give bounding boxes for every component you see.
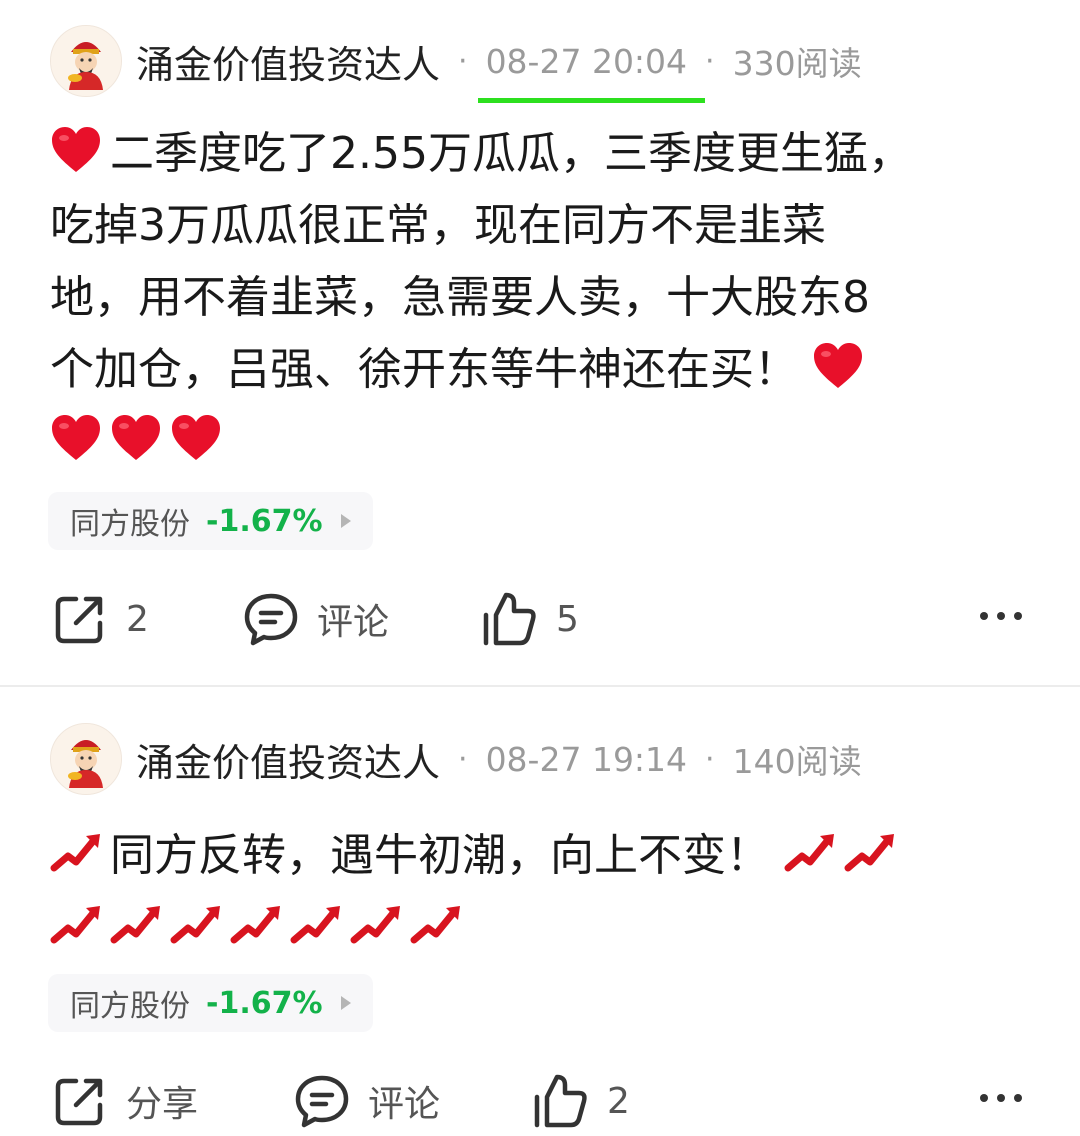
post-time-text: 08-27 20:04 xyxy=(485,41,688,81)
more-icon[interactable] xyxy=(980,1094,1022,1102)
emoji-line xyxy=(50,406,1030,478)
heart-icon xyxy=(812,342,864,390)
action-bar: 2 评论 5 xyxy=(0,584,1080,654)
stock-tag[interactable]: 同方股份 -1.67% xyxy=(48,974,373,1032)
meta-separator: · xyxy=(458,43,468,79)
post-text[interactable]: 同方反转，遇牛初潮，向上不变！ xyxy=(50,820,1030,964)
heart-icon xyxy=(110,414,162,462)
action-bar: 分享 评论 2 xyxy=(0,1066,1080,1136)
heart-icon xyxy=(50,414,102,462)
post-time: 08-27 19:14 xyxy=(485,739,688,779)
post-text[interactable]: 二季度吃了2.55万瓜瓜，三季度更生猛， 吃掉3万瓜瓜很正常，现在同方不是韭菜 … xyxy=(50,118,1030,478)
share-count: 2 xyxy=(126,598,149,640)
stock-name: 同方股份 xyxy=(70,507,190,542)
fortune-god-icon xyxy=(51,26,121,96)
like-count: 5 xyxy=(556,598,579,640)
heart-icon xyxy=(50,126,102,174)
text-line: 个加仓，吕强、徐开东等牛神还在买！ xyxy=(50,334,1030,406)
share-label: 分享 xyxy=(126,1084,199,1125)
share-button[interactable]: 分享 xyxy=(52,1066,198,1136)
highlight-underline xyxy=(477,97,706,103)
comment-label: 评论 xyxy=(317,602,390,643)
chart-increasing-icon xyxy=(110,900,164,950)
chart-increasing-icon xyxy=(784,828,838,878)
text-line: 二季度吃了2.55万瓜瓜，三季度更生猛， xyxy=(50,118,1030,190)
chart-increasing-icon xyxy=(844,828,898,878)
text-line: 同方反转，遇牛初潮，向上不变！ xyxy=(50,820,1030,892)
post-card[interactable]: 涌金价值投资达人 · 08-27 20:04 · 330阅读 二季度吃了2.55… xyxy=(0,0,1080,685)
chart-increasing-icon xyxy=(170,900,224,950)
text-line-content: 二季度吃了2.55万瓜瓜，三季度更生猛， xyxy=(110,128,912,179)
emoji-line xyxy=(50,892,1030,964)
chevron-right-icon xyxy=(340,996,351,1010)
avatar[interactable] xyxy=(50,723,122,795)
comment-icon xyxy=(244,593,298,646)
meta-separator: · xyxy=(705,741,715,777)
text-line: 吃掉3万瓜瓜很正常，现在同方不是韭菜 xyxy=(50,200,826,251)
share-button[interactable]: 2 xyxy=(52,584,149,654)
author-name[interactable]: 涌金价值投资达人 xyxy=(136,732,440,787)
fortune-god-icon xyxy=(51,724,121,794)
comment-label: 评论 xyxy=(368,1084,441,1125)
like-icon xyxy=(483,592,536,646)
heart-icon xyxy=(170,414,222,462)
share-icon xyxy=(55,1078,103,1126)
post-header: 涌金价值投资达人 · 08-27 19:14 · 140阅读 xyxy=(50,723,862,795)
comment-button[interactable]: 评论 xyxy=(243,584,389,654)
read-count: 330阅读 xyxy=(732,44,862,83)
text-line: 地，用不着韭菜，急需要人卖，十大股东8 xyxy=(50,272,870,323)
share-icon xyxy=(55,596,103,644)
like-count: 2 xyxy=(607,1080,630,1122)
post-time: 08-27 20:04 xyxy=(477,41,706,103)
chart-increasing-icon xyxy=(410,900,464,950)
comment-button[interactable]: 评论 xyxy=(294,1066,440,1136)
author-name[interactable]: 涌金价值投资达人 xyxy=(136,34,440,89)
stock-name: 同方股份 xyxy=(70,989,190,1024)
post-divider xyxy=(0,685,1080,687)
post-card[interactable]: 涌金价值投资达人 · 08-27 19:14 · 140阅读 同方反转，遇牛初潮… xyxy=(0,698,1080,1130)
chart-increasing-icon xyxy=(350,900,404,950)
chart-increasing-icon xyxy=(50,828,104,878)
stock-change: -1.67% xyxy=(206,503,323,539)
text-line-content: 同方反转，遇牛初潮，向上不变！ xyxy=(110,830,770,881)
stock-change: -1.67% xyxy=(206,985,323,1021)
chevron-right-icon xyxy=(340,514,351,528)
chart-increasing-icon xyxy=(50,900,104,950)
text-line-content: 个加仓，吕强、徐开东等牛神还在买！ xyxy=(50,344,798,395)
chart-increasing-icon xyxy=(230,900,284,950)
read-count: 140阅读 xyxy=(732,742,862,781)
meta-separator: · xyxy=(705,43,715,79)
chart-increasing-icon xyxy=(290,900,344,950)
meta-separator: · xyxy=(458,741,468,777)
like-icon xyxy=(534,1074,587,1128)
comment-icon xyxy=(295,1075,349,1128)
avatar[interactable] xyxy=(50,25,122,97)
post-header: 涌金价值投资达人 · 08-27 20:04 · 330阅读 xyxy=(50,25,862,103)
like-button[interactable]: 5 xyxy=(482,584,579,654)
stock-tag[interactable]: 同方股份 -1.67% xyxy=(48,492,373,550)
like-button[interactable]: 2 xyxy=(533,1066,630,1136)
more-icon[interactable] xyxy=(980,612,1022,620)
